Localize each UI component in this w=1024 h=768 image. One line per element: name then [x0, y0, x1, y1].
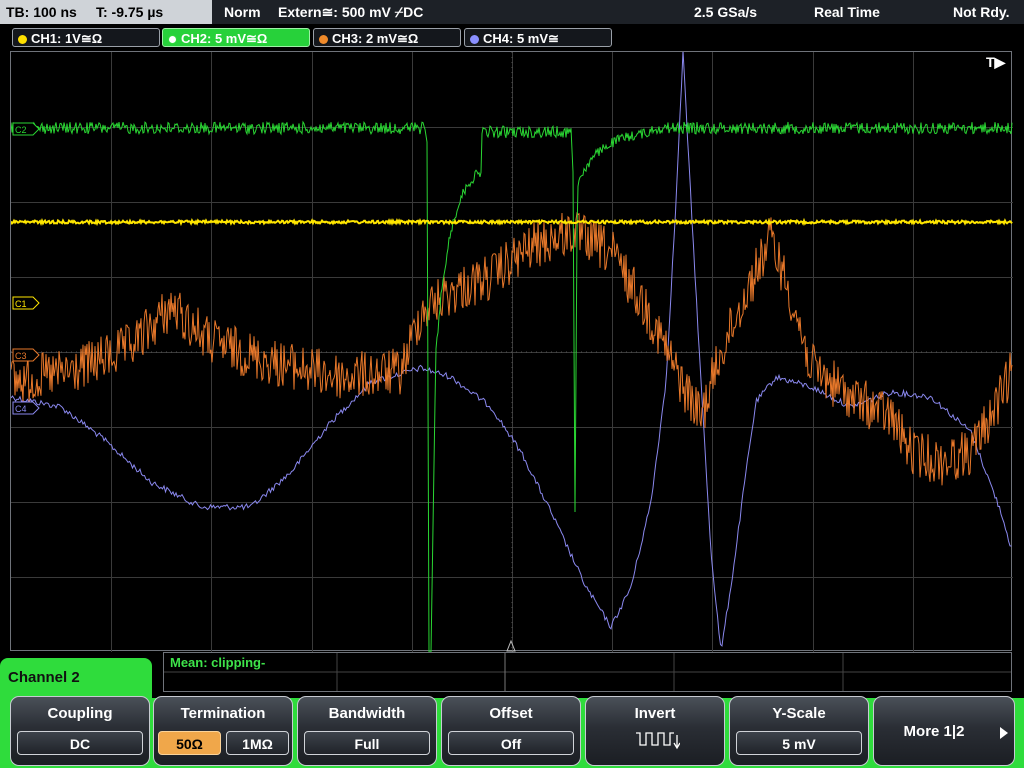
trigger-time-value: T: -9.75 µs — [96, 4, 164, 20]
softkey-coupling[interactable]: Coupling DC — [10, 696, 150, 766]
ch3-color-dot-icon — [319, 35, 328, 44]
channel-tab-ch3[interactable]: CH3: 2 mV≅Ω — [313, 28, 461, 47]
ch4-trace — [11, 52, 1012, 647]
ch2-tab-label: CH2: 5 mV≅Ω — [181, 31, 268, 46]
ch3-marker: C3 — [12, 348, 40, 362]
trigger-source[interactable]: Extern≅: 500 mV ⌿DC — [278, 0, 423, 24]
next-arrow-icon — [1000, 727, 1008, 739]
measurement-grid — [164, 653, 1011, 691]
waveform-canvas[interactable]: C1 C2 C3 C4 T▶ — [11, 52, 1013, 652]
ch2-marker: C2 — [12, 122, 40, 136]
timebase-value: TB: 100 ns — [6, 4, 77, 20]
softkey-more[interactable]: More 1|2 — [873, 696, 1015, 766]
channel-tab-ch1[interactable]: CH1: 1V≅Ω — [12, 28, 160, 47]
waveform-display[interactable]: C1 C2 C3 C4 T▶ — [10, 51, 1013, 652]
menu-title-tab: Channel 2 — [0, 658, 152, 700]
ch1-trace — [11, 217, 1013, 227]
sample-rate[interactable]: 2.5 GSa/s — [694, 0, 757, 24]
softkey-coupling-title: Coupling — [47, 705, 113, 722]
y-scale-value[interactable]: 5 mV — [736, 731, 862, 755]
softkey-offset[interactable]: Offset Off — [441, 696, 581, 766]
ch3-marker-label: C3 — [15, 351, 27, 361]
softkey-offset-title: Offset — [489, 705, 533, 722]
softkey-bandwidth-title: Bandwidth — [328, 705, 406, 722]
softkey-invert[interactable]: Invert — [585, 696, 725, 766]
trigger-point-marker-icon — [506, 639, 516, 652]
timebase-panel[interactable]: TB: 100 ns T: -9.75 µs — [0, 0, 212, 24]
softkey-termination[interactable]: Termination 50Ω 1MΩ — [153, 696, 293, 766]
softkey-y-scale[interactable]: Y-Scale 5 mV — [729, 696, 869, 766]
offset-value[interactable]: Off — [448, 731, 574, 755]
channel-markers: C1 C2 C3 C4 — [12, 122, 40, 415]
termination-option-1mohm[interactable]: 1MΩ — [226, 731, 289, 755]
softkey-bandwidth[interactable]: Bandwidth Full — [297, 696, 437, 766]
ch4-marker-label: C4 — [15, 404, 27, 414]
graticule-grid — [11, 52, 1013, 652]
acquisition-state: Not Rdy. — [953, 4, 1010, 20]
trigger-mode[interactable]: Norm — [224, 0, 261, 24]
softkey-y-scale-title: Y-Scale — [772, 705, 826, 722]
channel-tab-ch4[interactable]: CH4: 5 mV≅ — [464, 28, 612, 47]
coupling-value-dc[interactable]: DC — [17, 731, 143, 755]
ch2-marker-label: C2 — [15, 125, 27, 135]
softkey-termination-title: Termination — [180, 705, 266, 722]
ch4-tab-label: CH4: 5 mV≅ — [483, 31, 559, 46]
ch1-color-dot-icon — [18, 35, 27, 44]
ch1-tab-label: CH1: 1V≅Ω — [31, 31, 103, 46]
channel-tab-ch2[interactable]: CH2: 5 mV≅Ω — [162, 28, 310, 47]
softkey-invert-title: Invert — [634, 705, 676, 722]
ch4-marker: C4 — [12, 401, 40, 415]
measurement-panel: Mean: clipping- — [163, 652, 1012, 692]
bandwidth-value[interactable]: Full — [304, 731, 430, 755]
softkey-more-title: More 1|2 — [903, 723, 965, 740]
ch4-color-dot-icon — [470, 35, 479, 44]
ch1-marker-label: C1 — [15, 299, 27, 309]
termination-option-50ohm[interactable]: 50Ω — [158, 731, 221, 755]
ch3-tab-label: CH3: 2 mV≅Ω — [332, 31, 419, 46]
measurement-result: Mean: clipping- — [170, 655, 266, 670]
ch2-color-dot-icon — [168, 35, 177, 44]
acquisition-mode[interactable]: Real Time — [814, 0, 880, 24]
ch3-trace — [11, 211, 1013, 486]
invert-wave-icon — [636, 732, 680, 750]
ch1-marker: C1 — [12, 296, 40, 310]
menu-title: Channel 2 — [8, 669, 80, 686]
trigger-position-marker: T▶ — [986, 54, 1007, 70]
